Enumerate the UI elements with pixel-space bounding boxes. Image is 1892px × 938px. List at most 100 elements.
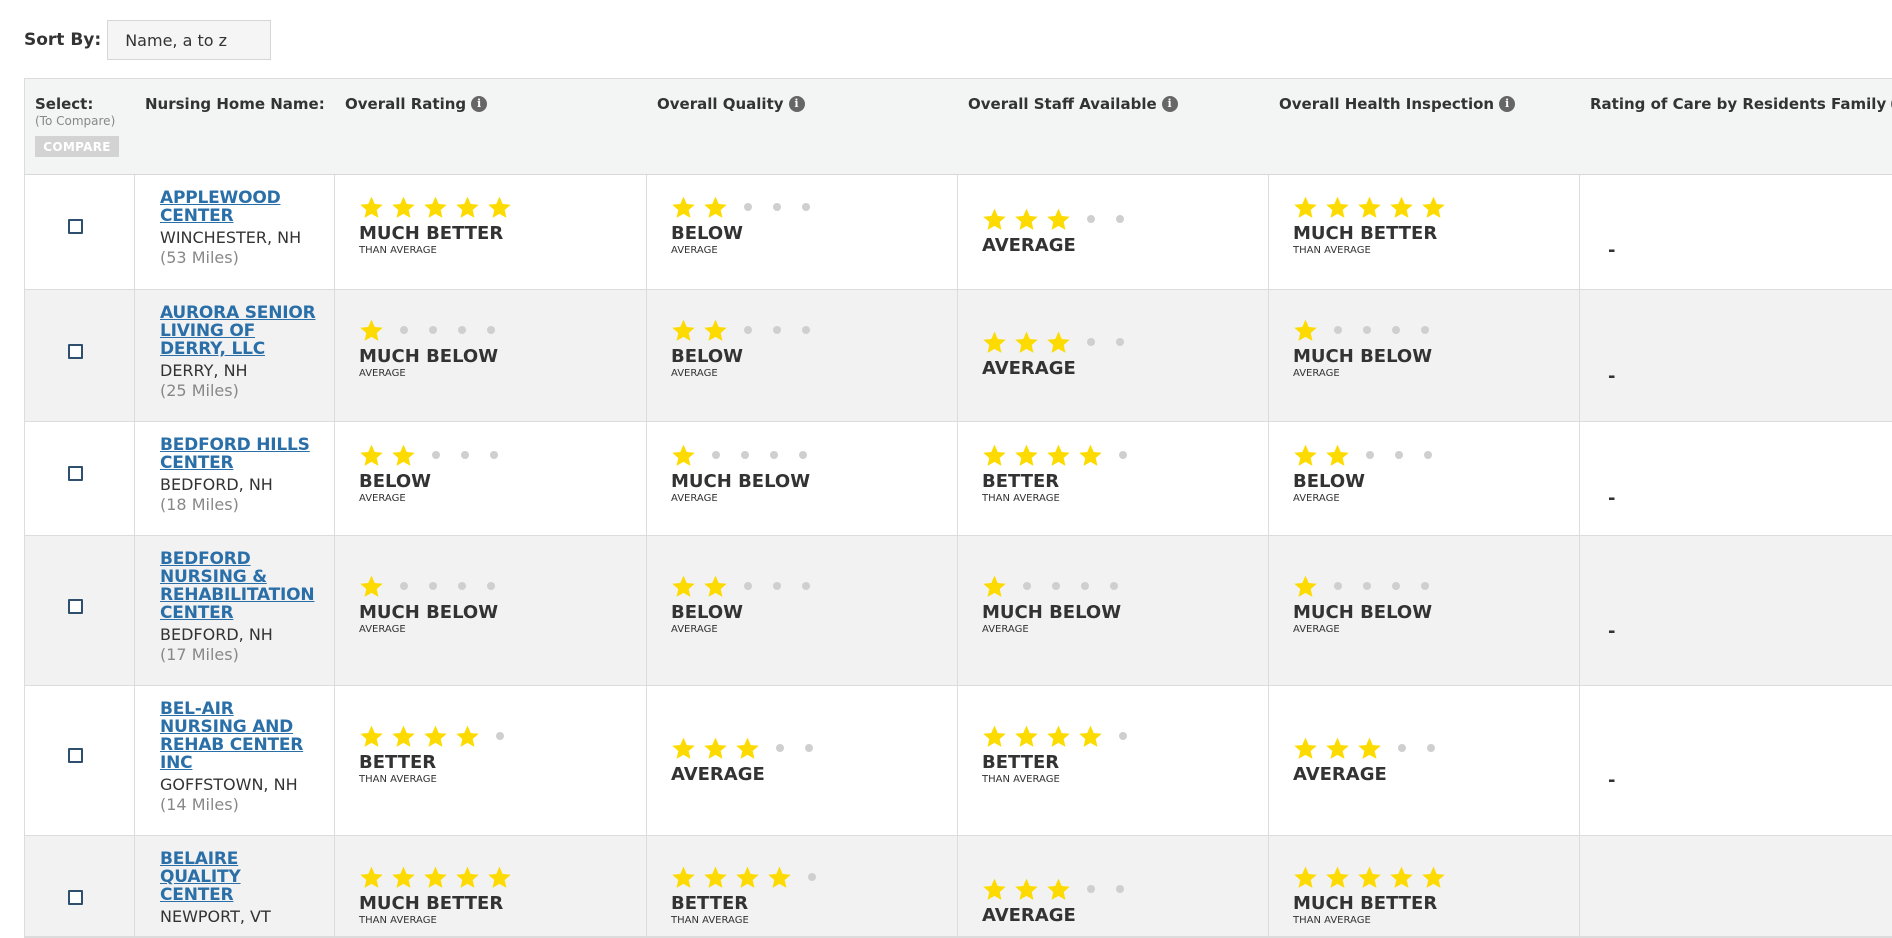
stars bbox=[982, 722, 1139, 750]
rating-sublabel: THAN AVERAGE bbox=[359, 245, 437, 256]
empty-dot-icon bbox=[1395, 451, 1403, 459]
star-icon bbox=[391, 865, 416, 890]
info-icon[interactable]: i bbox=[1499, 96, 1516, 112]
stars bbox=[1293, 863, 1453, 891]
rating-label: BELOW bbox=[671, 602, 743, 623]
rating-label: MUCH BELOW bbox=[671, 471, 811, 492]
rating-label: BELOW bbox=[671, 223, 743, 244]
empty-dot-icon bbox=[1392, 326, 1400, 334]
table-row: BELAIRE QUALITY CENTER NEWPORT, VT MUCH BETT… bbox=[25, 836, 1892, 937]
overall-health-cell: MUCH BETTER THAN AVERAGE bbox=[1269, 175, 1580, 289]
info-icon[interactable]: i bbox=[788, 96, 805, 112]
column-header-overall-staff[interactable]: Overall Staff Available i bbox=[968, 95, 1178, 113]
rating-sublabel: AVERAGE bbox=[671, 245, 718, 256]
star-icon bbox=[982, 877, 1007, 902]
compare-checkbox[interactable] bbox=[68, 344, 83, 359]
compare-checkbox[interactable] bbox=[68, 219, 83, 234]
stars bbox=[1293, 572, 1441, 600]
star-icon bbox=[703, 865, 728, 890]
name-cell: APPLEWOOD CENTER WINCHESTER, NH (53 Miles) bbox=[135, 175, 335, 289]
name-cell: BEDFORD HILLS CENTER BEDFORD, NH (18 Miles) bbox=[135, 422, 335, 535]
stars bbox=[671, 572, 822, 600]
facility-name-link[interactable]: BEL-AIR NURSING AND REHAB CENTER INC bbox=[160, 700, 320, 772]
family-rating-cell: - bbox=[1580, 536, 1892, 685]
stars bbox=[671, 316, 822, 344]
stars bbox=[982, 572, 1130, 600]
empty-dot-icon bbox=[429, 582, 437, 590]
select-header-label: Select: bbox=[35, 95, 94, 113]
nursing-home-table: Select: (To Compare) COMPARE Nursing Hom… bbox=[24, 78, 1892, 938]
compare-checkbox[interactable] bbox=[68, 890, 83, 905]
star-icon bbox=[735, 865, 760, 890]
facility-name-link[interactable]: APPLEWOOD CENTER bbox=[160, 189, 320, 225]
star-icon bbox=[1389, 195, 1414, 220]
facility-name-link[interactable]: BELAIRE QUALITY CENTER bbox=[160, 850, 320, 904]
empty-dot-icon bbox=[773, 582, 781, 590]
star-icon bbox=[1014, 207, 1039, 232]
rating-sublabel: AVERAGE bbox=[671, 368, 718, 379]
compare-checkbox[interactable] bbox=[68, 466, 83, 481]
star-icon bbox=[391, 443, 416, 468]
rating-sublabel: AVERAGE bbox=[359, 493, 406, 504]
star-rating: MUCH BETTER THAN AVERAGE bbox=[1293, 193, 1453, 257]
facility-info: BELAIRE QUALITY CENTER NEWPORT, VT bbox=[160, 850, 320, 927]
star-icon bbox=[391, 195, 416, 220]
empty-dot-icon bbox=[1421, 582, 1429, 590]
star-rating: AVERAGE bbox=[982, 205, 1136, 257]
compare-checkbox[interactable] bbox=[68, 748, 83, 763]
star-icon bbox=[487, 865, 512, 890]
star-rating: MUCH BELOW AVERAGE bbox=[1293, 316, 1441, 380]
rating-label: AVERAGE bbox=[1293, 764, 1387, 785]
stars bbox=[359, 722, 516, 750]
facility-name-link[interactable]: BEDFORD HILLS CENTER bbox=[160, 436, 320, 472]
stars bbox=[359, 572, 507, 600]
star-icon bbox=[359, 865, 384, 890]
table-row: BEDFORD HILLS CENTER BEDFORD, NH (18 Miles)… bbox=[25, 422, 1892, 536]
column-header-overall-quality[interactable]: Overall Quality i bbox=[657, 95, 805, 113]
column-header-overall-rating-label: Overall Rating bbox=[345, 95, 467, 113]
star-icon bbox=[703, 318, 728, 343]
empty-dot-icon bbox=[400, 326, 408, 334]
facility-name-link[interactable]: BEDFORD NURSING & REHABILITATION CENTER bbox=[160, 550, 320, 622]
rating-sublabel: AVERAGE bbox=[359, 624, 406, 635]
star-icon bbox=[671, 574, 696, 599]
empty-dot-icon bbox=[432, 451, 440, 459]
stars bbox=[671, 734, 825, 762]
star-icon bbox=[671, 736, 696, 761]
empty-dot-icon bbox=[712, 451, 720, 459]
overall-quality-cell: BELOW AVERAGE bbox=[647, 536, 958, 685]
empty-dot-icon bbox=[802, 203, 810, 211]
star-rating: BELOW AVERAGE bbox=[671, 316, 822, 380]
star-icon bbox=[359, 195, 384, 220]
star-icon bbox=[1389, 865, 1414, 890]
rating-sublabel: AVERAGE bbox=[1293, 624, 1340, 635]
overall-rating-cell: MUCH BETTER THAN AVERAGE bbox=[335, 836, 647, 936]
column-header-name[interactable]: Nursing Home Name: bbox=[145, 95, 325, 113]
empty-dot-icon bbox=[429, 326, 437, 334]
column-header-overall-health[interactable]: Overall Health Inspection i bbox=[1279, 95, 1516, 113]
star-icon bbox=[1325, 736, 1350, 761]
empty-dot-icon bbox=[1392, 582, 1400, 590]
column-header-overall-health-label: Overall Health Inspection bbox=[1279, 95, 1495, 113]
overall-quality-cell: BETTER THAN AVERAGE bbox=[647, 836, 958, 936]
info-icon[interactable]: i bbox=[1161, 96, 1178, 112]
star-rating: BETTER THAN AVERAGE bbox=[982, 722, 1139, 786]
rating-label: BETTER bbox=[671, 893, 749, 914]
star-icon bbox=[1046, 877, 1071, 902]
compare-checkbox[interactable] bbox=[68, 599, 83, 614]
star-icon bbox=[423, 195, 448, 220]
overall-quality-cell: BELOW AVERAGE bbox=[647, 290, 958, 421]
facility-name-link[interactable]: AURORA SENIOR LIVING OF DERRY, LLC bbox=[160, 304, 320, 358]
empty-dot-icon bbox=[461, 451, 469, 459]
column-header-family-rating[interactable]: Rating of Care by Residents Family i bbox=[1590, 95, 1892, 113]
compare-button[interactable]: COMPARE bbox=[35, 136, 119, 157]
sort-select[interactable]: Name, a to z bbox=[107, 20, 272, 60]
empty-dot-icon bbox=[773, 326, 781, 334]
column-header-overall-rating[interactable]: Overall Rating i bbox=[345, 95, 488, 113]
star-rating: AVERAGE bbox=[982, 328, 1136, 380]
facility-location: BEDFORD, NH bbox=[160, 625, 273, 644]
info-icon[interactable]: i bbox=[471, 96, 488, 112]
stars bbox=[359, 441, 510, 469]
rating-label: MUCH BELOW bbox=[359, 346, 499, 367]
star-rating: BELOW AVERAGE bbox=[671, 572, 822, 636]
